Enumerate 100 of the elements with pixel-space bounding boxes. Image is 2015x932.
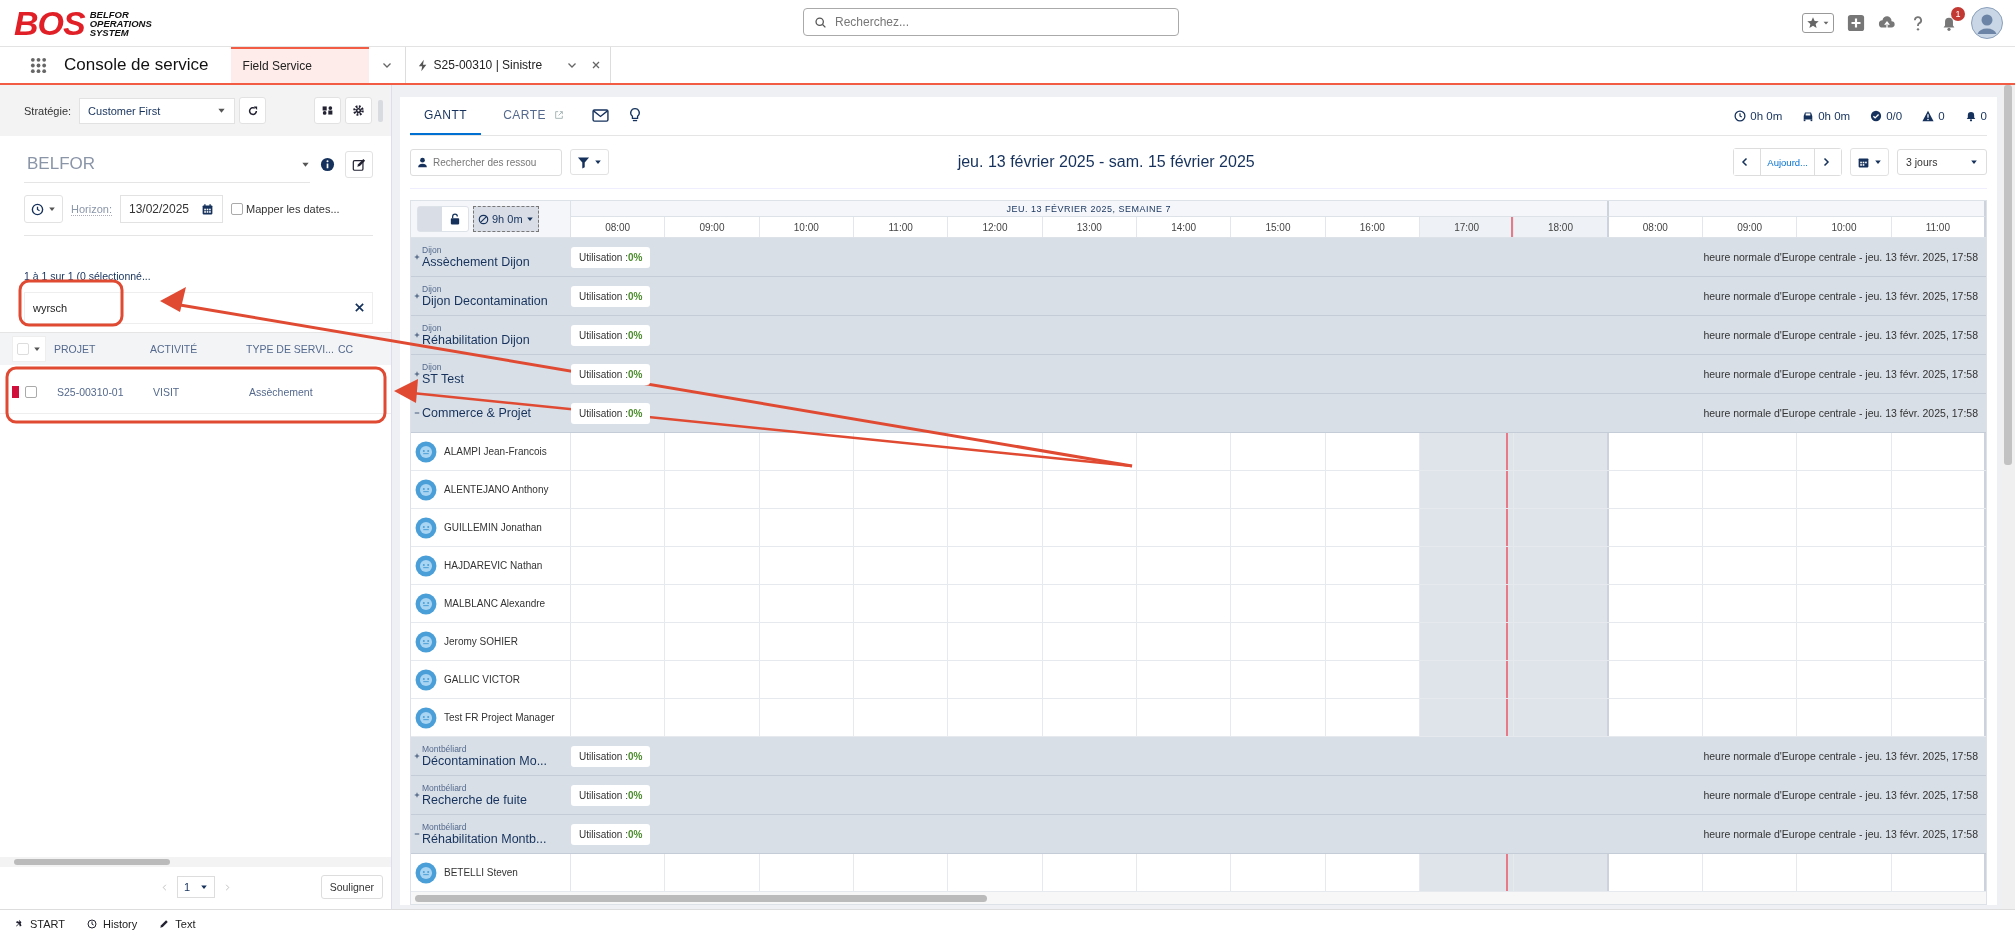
- strategy-select[interactable]: Customer First: [79, 97, 236, 124]
- region-label: Montbéliard: [422, 783, 468, 793]
- refresh-button[interactable]: [239, 97, 267, 124]
- caret-icon: [200, 883, 209, 891]
- territory-name: Assèchement Dijon: [422, 255, 530, 269]
- hour-header: 12:00: [948, 217, 1043, 237]
- filter-field[interactable]: wyrsch: [24, 292, 373, 324]
- user-avatar[interactable]: [1971, 7, 2003, 39]
- optimize-button[interactable]: [314, 97, 341, 124]
- car-icon: [1802, 110, 1815, 122]
- collapse-handle[interactable]: [378, 99, 383, 122]
- resource-name: HAJDAREVIC Nathan: [444, 560, 543, 571]
- plus-icon[interactable]: [1847, 14, 1865, 32]
- page-select[interactable]: 1: [177, 876, 216, 898]
- pin-icon: [14, 919, 24, 929]
- calendar-dropdown[interactable]: [1850, 148, 1889, 176]
- pen-icon: [159, 919, 170, 929]
- region-label: Montbéliard: [422, 744, 468, 754]
- utility-item[interactable]: Text: [159, 918, 196, 932]
- lock-toggle[interactable]: [417, 206, 469, 232]
- today-button[interactable]: Aujourd...: [1760, 149, 1815, 175]
- checkbox[interactable]: [231, 203, 244, 215]
- column-header[interactable]: TYPE DE SERVI...: [246, 343, 338, 355]
- clock-icon: [31, 202, 44, 216]
- horizon-date-field[interactable]: 13/02/2025: [119, 195, 224, 223]
- clear-icon[interactable]: [354, 302, 365, 313]
- workspace-tab[interactable]: S25-00310 | Sinistre: [405, 47, 555, 83]
- column-header[interactable]: CC: [338, 343, 354, 355]
- utilisation-badge: Utilisation :0%: [571, 324, 651, 346]
- checkbox[interactable]: [25, 386, 37, 398]
- column-header[interactable]: ACTIVITÉ: [150, 343, 246, 355]
- prohibited-icon: [478, 213, 489, 225]
- search-field[interactable]: Recherchez...: [803, 8, 1179, 36]
- resource-name: MALBLANC Alexandre: [444, 598, 546, 609]
- timezone-label: heure normale d'Europe centrale - jeu. 13 févr. 2025, 17:58: [1703, 407, 1978, 419]
- utilisation-badge: Utilisation :0%: [571, 363, 651, 385]
- timezone-label: heure normale d'Europe centrale - jeu. 13 févr. 2025, 17:58: [1703, 251, 1978, 263]
- padlock-icon: [450, 213, 460, 225]
- chevron-right-icon: [1821, 157, 1831, 167]
- expand-toggle-icon[interactable]: [414, 410, 420, 416]
- workspace-tab[interactable]: Field Service: [230, 47, 369, 83]
- expand-toggle-icon[interactable]: [414, 792, 420, 798]
- hour-header: 08:00: [1608, 217, 1703, 237]
- expand-toggle-icon[interactable]: [414, 332, 420, 338]
- caret-icon: [217, 106, 227, 115]
- duration-dropdown[interactable]: 9h 0m: [473, 206, 539, 232]
- region-label: Dijon: [422, 362, 443, 372]
- filter-icon: [577, 155, 590, 169]
- utilisation-badge: Utilisation :0%: [571, 402, 651, 424]
- expand-toggle-icon[interactable]: [414, 371, 420, 377]
- horizon-label: Horizon:: [71, 202, 112, 216]
- expand-toggle-icon[interactable]: [414, 753, 420, 759]
- utility-item[interactable]: START: [14, 918, 66, 932]
- region-label: Montbéliard: [422, 822, 468, 832]
- view-tab[interactable]: GANTT: [410, 97, 482, 135]
- strategy-label: Stratégie:: [24, 104, 72, 117]
- column-header[interactable]: PROJET: [54, 343, 150, 355]
- caret-icon: [33, 345, 41, 353]
- scrollbar-thumb[interactable]: [2004, 85, 2012, 465]
- hour-header: 10:00: [1797, 217, 1892, 237]
- highlight-button[interactable]: Souligner: [320, 875, 383, 899]
- settings-button[interactable]: [345, 97, 372, 124]
- scrollbar-thumb[interactable]: [415, 894, 987, 902]
- expand-toggle-icon[interactable]: [414, 831, 420, 837]
- clock-icon: [87, 919, 98, 929]
- search-icon: [814, 16, 827, 29]
- utility-item[interactable]: History: [87, 918, 138, 932]
- time-dropdown[interactable]: [24, 195, 63, 223]
- resource-avatar: [415, 668, 437, 691]
- resource-name: Jeromy SOHIER: [444, 636, 518, 647]
- view-tab[interactable]: CARTE: [489, 97, 579, 135]
- view-select[interactable]: 3 jours: [1897, 149, 1987, 175]
- stat-value: 0: [1980, 110, 1987, 122]
- hour-header: 11:00: [854, 217, 949, 237]
- expand-toggle-icon[interactable]: [414, 254, 420, 260]
- filter-button[interactable]: [570, 149, 609, 175]
- timezone-label: heure normale d'Europe centrale - jeu. 13 févr. 2025, 17:58: [1703, 750, 1978, 762]
- resource-search-field[interactable]: Rechercher des ressou: [410, 148, 562, 176]
- app-launcher-icon[interactable]: [30, 56, 47, 74]
- resource-name: ALAMPI Jean-Francois: [444, 446, 547, 457]
- expand-toggle-icon[interactable]: [414, 293, 420, 299]
- app-name: Console de service: [64, 55, 209, 75]
- resource-avatar: [415, 516, 437, 539]
- check-icon: [1870, 110, 1883, 122]
- current-time-line: [1506, 854, 1509, 891]
- territory-name: ST Test: [422, 372, 464, 386]
- map-dates-label: Mapper les dates...: [246, 203, 340, 215]
- hour-header: 09:00: [665, 217, 760, 237]
- edit-icon: [352, 157, 366, 172]
- scrollbar-thumb[interactable]: [14, 859, 170, 865]
- edit-button[interactable]: [345, 151, 373, 178]
- settings-icon: [352, 104, 365, 117]
- star-icon: [1806, 16, 1820, 30]
- favorites-button[interactable]: [1802, 13, 1834, 33]
- timezone-label: heure normale d'Europe centrale - jeu. 13 févr. 2025, 17:58: [1703, 290, 1978, 302]
- resource-name: BETELLI Steven: [444, 867, 518, 878]
- region-label: Dijon: [422, 284, 443, 294]
- info-icon[interactable]: [320, 157, 335, 172]
- clock-icon: [1734, 110, 1747, 122]
- resource-name: Test FR Project Manager: [444, 712, 555, 723]
